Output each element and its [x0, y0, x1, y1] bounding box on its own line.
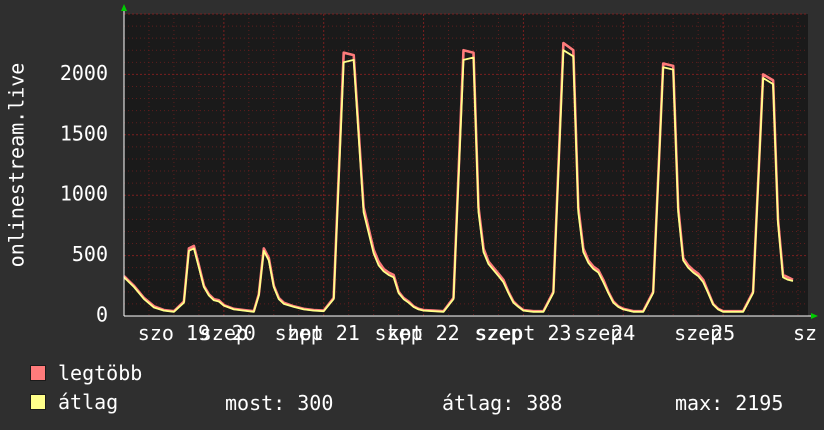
y-axis-arrow — [121, 4, 127, 11]
y-tick-label: 1500 — [60, 121, 108, 145]
y-tick-label: 0 — [96, 303, 108, 327]
x-tick-label: hpt 21 — [288, 321, 360, 345]
x-axis-arrow — [811, 313, 818, 319]
x-tick-label: kpt 22 — [387, 321, 459, 345]
legend-label-avg: átlag — [58, 390, 119, 414]
x-tick-labels: szo 19szep20 szephpt 21 szepkpt 22 szepszep… — [138, 321, 817, 345]
x-tick-label: szept 23 — [475, 321, 571, 345]
stat-max: max: 2195 — [675, 391, 784, 415]
y-tick-label: 500 — [72, 242, 108, 266]
stat-avg: átlag: 388 — [442, 391, 563, 415]
legend-item-avg: átlag — [30, 390, 119, 414]
y-tick-labels: 0 500 1000 1500 2000 — [60, 61, 108, 327]
x-tick-label: sz — [793, 321, 817, 345]
legend-swatch-avg — [30, 394, 46, 410]
legend-item-max: legtöbb — [30, 361, 143, 385]
legend-label-max: legtöbb — [58, 361, 143, 385]
y-axis-label: onlinestream.live — [5, 63, 29, 268]
x-tick-label: 25 — [711, 321, 735, 345]
stat-now: most: 300 — [225, 391, 334, 415]
y-tick-label: 1000 — [60, 182, 108, 206]
legend-swatch-max — [30, 365, 46, 381]
y-tick-label: 2000 — [60, 61, 108, 85]
x-tick-label: 24 — [611, 321, 635, 345]
x-tick-label: 20 — [232, 321, 256, 345]
chart: 0 500 1000 1500 2000 szo 19 szep 20 szep hpt 21 s… — [0, 0, 824, 430]
